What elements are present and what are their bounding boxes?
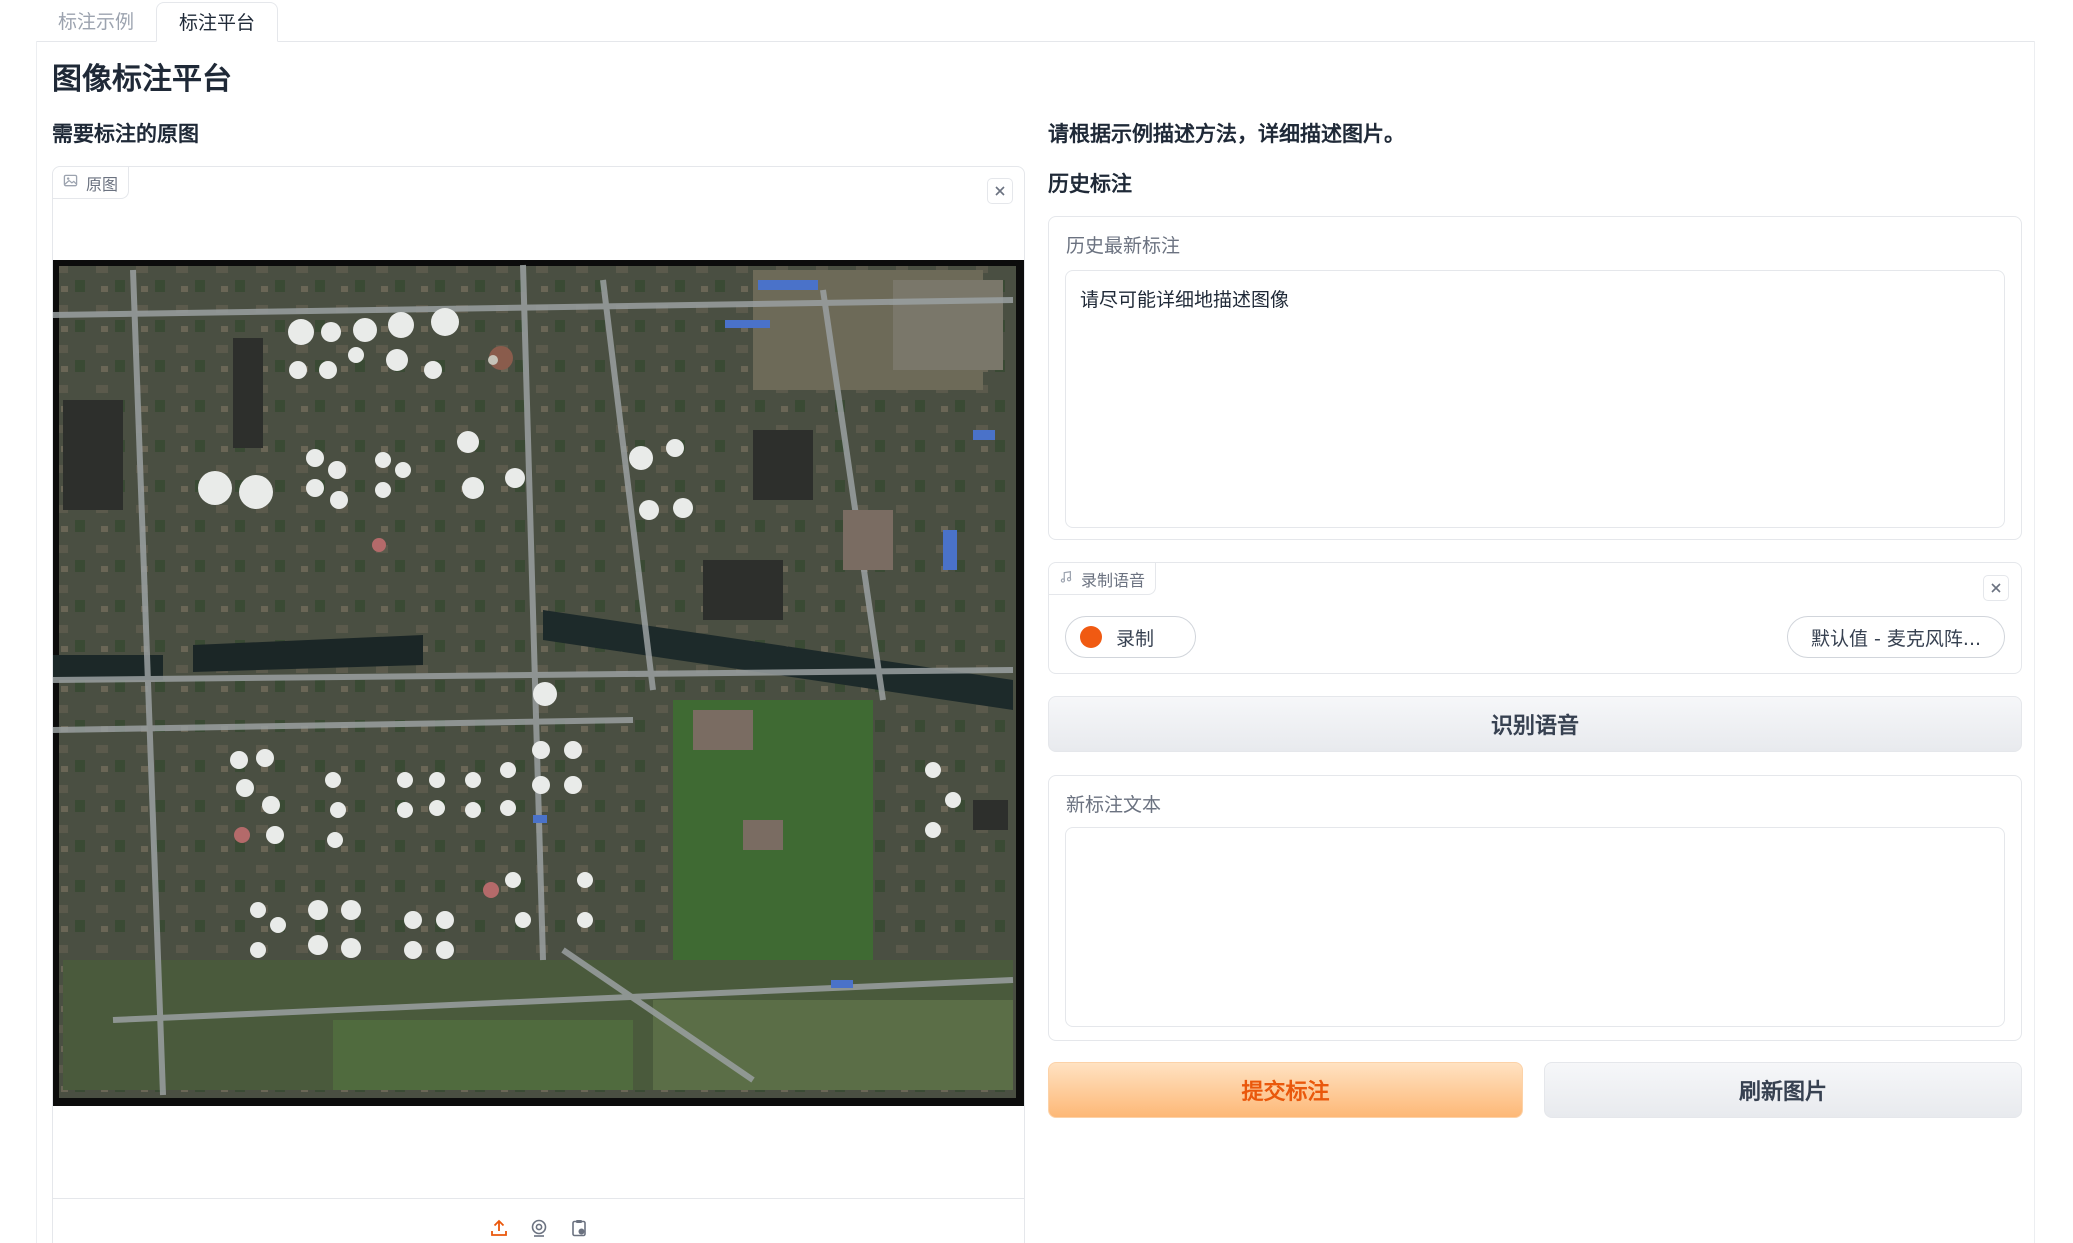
submit-annotation-button[interactable]: 提交标注	[1048, 1062, 1523, 1118]
history-annotation-field[interactable]	[1065, 270, 2005, 528]
upload-icon[interactable]	[487, 1216, 511, 1240]
record-icon	[1080, 626, 1102, 648]
image-source-toolbar	[53, 1198, 1024, 1243]
audio-block-label: 录制语音	[1081, 570, 1146, 590]
clear-image-button[interactable]	[987, 178, 1013, 204]
music-note-icon	[1059, 569, 1073, 588]
clipboard-icon[interactable]	[567, 1216, 591, 1240]
history-annotation-label: 历史最新标注	[1066, 235, 1181, 257]
instruction-text: 请根据示例描述方法，详细描述图片。	[1048, 122, 1405, 146]
close-icon	[1990, 578, 2002, 599]
clear-audio-button[interactable]	[1983, 575, 2009, 601]
history-annotation-card: 历史最新标注	[1048, 216, 2022, 540]
tab-annotation-examples[interactable]: 标注示例	[36, 2, 156, 42]
satellite-image	[53, 260, 1024, 1106]
refresh-image-button[interactable]: 刷新图片	[1544, 1062, 2022, 1118]
image-block-label: 原图	[86, 174, 119, 194]
page-title: 图像标注平台	[52, 62, 232, 97]
new-annotation-card: 新标注文本	[1048, 775, 2022, 1041]
close-icon	[994, 181, 1006, 202]
source-image-heading: 需要标注的原图	[52, 122, 199, 146]
record-button[interactable]: 录制	[1065, 616, 1196, 658]
webcam-icon[interactable]	[527, 1216, 551, 1240]
source-image	[53, 260, 1024, 1106]
image-input-block: 原图	[52, 166, 1025, 1243]
tab-annotation-platform[interactable]: 标注平台	[156, 2, 279, 42]
audio-record-block: 录制语音 录制 默认值 - 麦克风阵...	[1048, 562, 2022, 674]
tab-bar: 标注示例 标注平台	[36, 2, 279, 42]
audio-block-tag: 录制语音	[1049, 563, 1157, 595]
history-heading: 历史标注	[1048, 172, 1132, 196]
record-button-label: 录制	[1116, 627, 1155, 650]
recognize-speech-button[interactable]: 识别语音	[1048, 696, 2022, 752]
image-icon	[63, 173, 78, 192]
new-annotation-field[interactable]	[1065, 827, 2005, 1027]
image-block-tag: 原图	[53, 167, 130, 199]
new-annotation-label: 新标注文本	[1066, 794, 1162, 816]
microphone-select[interactable]: 默认值 - 麦克风阵...	[1787, 616, 2005, 658]
